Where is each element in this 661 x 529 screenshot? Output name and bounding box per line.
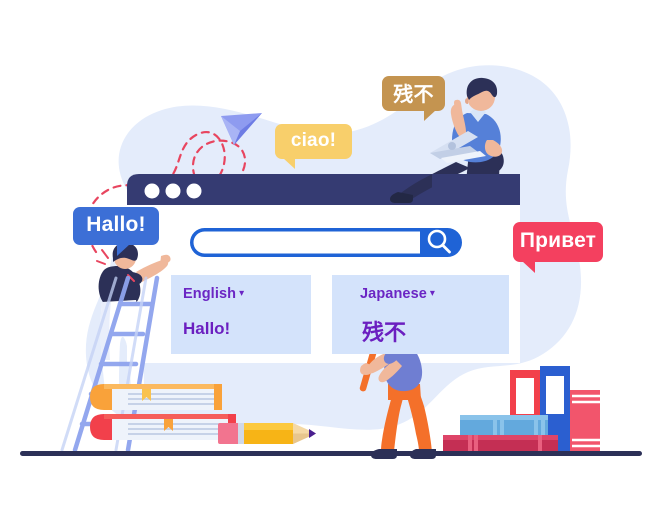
speech-bubble-tail — [283, 158, 295, 169]
window-dot — [165, 183, 181, 199]
chevron-down-icon[interactable]: ▾ — [430, 288, 435, 299]
window-dot — [144, 183, 160, 199]
source-language-card: English ▾ Hallo! — [171, 275, 311, 354]
speech-bubble-ciao-text: ciao! — [290, 129, 337, 151]
chevron-down-icon[interactable]: ▾ — [239, 288, 244, 299]
window-dot — [186, 183, 202, 199]
speech-bubble-privet-text: Привет — [519, 229, 597, 252]
target-language-selector[interactable]: Japanese ▾ — [360, 286, 435, 302]
source-language-label: English — [183, 286, 237, 302]
speech-bubble-tail — [117, 244, 130, 256]
speech-bubble-japanese: 残不 — [382, 76, 445, 121]
target-language-card: Japanese ▾ 残不 — [332, 275, 509, 354]
speech-bubble-privet: Привет — [513, 222, 603, 273]
pencil-icon — [218, 423, 316, 444]
source-text: Hallo! — [183, 319, 231, 338]
speech-bubble-japanese-text: 残不 — [393, 82, 434, 106]
stack-of-books — [443, 366, 600, 453]
search-bar[interactable] — [190, 228, 462, 257]
illustration-canvas: Hallo! ciao! 残不 Привет English ▾ Hallo! J… — [0, 0, 661, 529]
source-language-selector[interactable]: English ▾ — [183, 286, 244, 302]
target-language-label: Japanese — [360, 286, 427, 302]
target-text: 残不 — [362, 321, 407, 346]
speech-bubble-ciao: ciao! — [275, 124, 352, 169]
speech-bubble-tail — [522, 261, 535, 273]
speech-bubble-hallo-text: Hallo! — [86, 213, 146, 236]
ground-line — [20, 451, 642, 456]
speech-bubble-hallo: Hallo! — [73, 207, 159, 256]
speech-bubble-tail — [424, 110, 436, 121]
